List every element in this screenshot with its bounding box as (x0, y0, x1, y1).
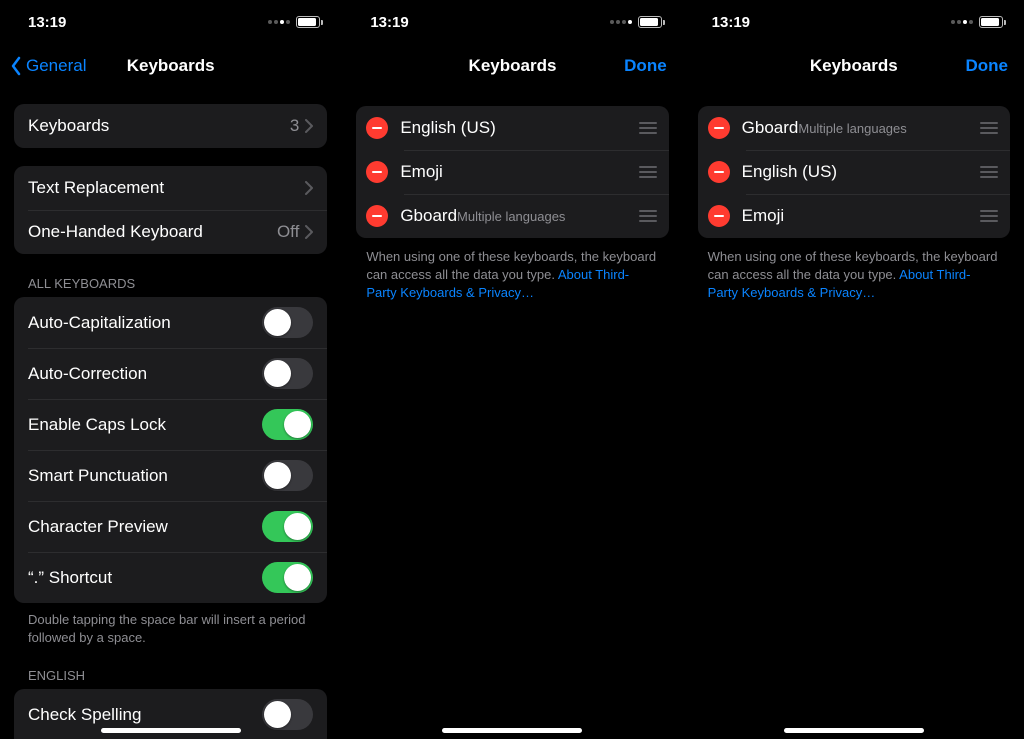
row-label: Keyboards (28, 116, 109, 136)
chevron-right-icon (305, 119, 313, 133)
reorder-handle-icon[interactable] (978, 210, 1000, 222)
delete-icon[interactable] (366, 205, 388, 227)
reorder-handle-icon[interactable] (978, 166, 1000, 178)
toggle-smart-punctuation[interactable] (262, 460, 313, 491)
delete-icon[interactable] (708, 161, 730, 183)
chevron-left-icon (10, 56, 22, 76)
row-label: Character Preview (28, 517, 168, 537)
delete-icon[interactable] (366, 117, 388, 139)
row-dot-shortcut: “.” Shortcut (14, 552, 327, 603)
toggle-auto-capitalization[interactable] (262, 307, 313, 338)
row-label: English (US) (742, 162, 837, 181)
row-label: Emoji (400, 162, 443, 181)
row-label: Auto-Correction (28, 364, 147, 384)
keyboard-row[interactable]: English (US) (698, 150, 1010, 194)
status-time: 13:19 (712, 14, 750, 31)
toggle-character-preview[interactable] (262, 511, 313, 542)
back-button[interactable]: General (10, 56, 86, 76)
row-auto-capitalization: Auto-Capitalization (14, 297, 327, 348)
section-header-all-keyboards: ALL KEYBOARDS (0, 254, 341, 297)
reorder-handle-icon[interactable] (978, 122, 1000, 134)
row-label: Gboard (400, 206, 457, 225)
nav-title: Keyboards (469, 56, 557, 76)
row-label: Smart Punctuation (28, 466, 168, 486)
row-label: Gboard (742, 118, 799, 137)
keyboard-row[interactable]: GboardMultiple languages (698, 106, 1010, 150)
battery-icon (638, 16, 665, 28)
delete-icon[interactable] (708, 117, 730, 139)
battery-icon (979, 16, 1006, 28)
status-bar: 13:19 (342, 0, 682, 44)
cellular-icon (951, 20, 973, 24)
third-party-footer: When using one of these keyboards, the k… (342, 238, 682, 302)
status-bar: 13:19 (684, 0, 1024, 44)
nav-title: Keyboards (127, 56, 215, 76)
row-label: English (US) (400, 118, 495, 137)
keyboard-row[interactable]: GboardMultiple languages (356, 194, 668, 238)
row-text-replacement[interactable]: Text Replacement (14, 166, 327, 210)
row-character-preview: Character Preview (14, 501, 327, 552)
row-one-handed[interactable]: One-Handed Keyboard Off (14, 210, 327, 254)
row-label: Auto-Capitalization (28, 313, 171, 333)
row-label: Check Spelling (28, 705, 141, 725)
row-label: Enable Caps Lock (28, 415, 166, 435)
section-header-english: ENGLISH (0, 646, 341, 689)
row-detail: Off (277, 222, 299, 242)
row-auto-correction: Auto-Correction (14, 348, 327, 399)
delete-icon[interactable] (366, 161, 388, 183)
nav-bar: Keyboards Done (342, 44, 682, 88)
third-party-footer: When using one of these keyboards, the k… (684, 238, 1024, 302)
screen-keyboards-settings: 13:19 General Keyboards Keyboards 3 (0, 0, 341, 739)
home-indicator[interactable] (101, 728, 241, 733)
status-bar: 13:19 (0, 0, 341, 44)
reorder-handle-icon[interactable] (637, 122, 659, 134)
toggle-check-spelling[interactable] (262, 699, 313, 730)
keyboard-row[interactable]: Emoji (698, 194, 1010, 238)
section-footer-dot-shortcut: Double tapping the space bar will insert… (0, 603, 341, 646)
status-time: 13:19 (28, 14, 66, 31)
row-keyboards[interactable]: Keyboards 3 (14, 104, 327, 148)
row-enable-caps-lock: Enable Caps Lock (14, 399, 327, 450)
row-label: Text Replacement (28, 178, 164, 198)
row-label: One-Handed Keyboard (28, 222, 203, 242)
toggle-caps-lock[interactable] (262, 409, 313, 440)
delete-icon[interactable] (708, 205, 730, 227)
done-button[interactable]: Done (965, 56, 1008, 76)
reorder-handle-icon[interactable] (637, 210, 659, 222)
nav-bar: General Keyboards (0, 44, 341, 88)
row-sub: Multiple languages (798, 121, 906, 136)
row-smart-punctuation: Smart Punctuation (14, 450, 327, 501)
keyboard-row[interactable]: English (US) (356, 106, 668, 150)
nav-title: Keyboards (810, 56, 898, 76)
row-sub: Multiple languages (457, 209, 565, 224)
row-label: Emoji (742, 206, 785, 225)
row-detail: 3 (290, 116, 299, 136)
home-indicator[interactable] (784, 728, 924, 733)
nav-bar: Keyboards Done (684, 44, 1024, 88)
keyboard-row[interactable]: Emoji (356, 150, 668, 194)
home-indicator[interactable] (442, 728, 582, 733)
chevron-right-icon (305, 225, 313, 239)
row-label: “.” Shortcut (28, 568, 112, 588)
back-label: General (26, 56, 86, 76)
chevron-right-icon (305, 181, 313, 195)
done-button[interactable]: Done (624, 56, 667, 76)
toggle-dot-shortcut[interactable] (262, 562, 313, 593)
cellular-icon (610, 20, 632, 24)
status-time: 13:19 (370, 14, 408, 31)
cellular-icon (268, 20, 290, 24)
toggle-auto-correction[interactable] (262, 358, 313, 389)
screen-keyboards-edit-a: 13:19 Keyboards Done English (US) Emoji (341, 0, 682, 739)
battery-icon (296, 16, 323, 28)
reorder-handle-icon[interactable] (637, 166, 659, 178)
screen-keyboards-edit-b: 13:19 Keyboards Done GboardMultiple lang… (683, 0, 1024, 739)
